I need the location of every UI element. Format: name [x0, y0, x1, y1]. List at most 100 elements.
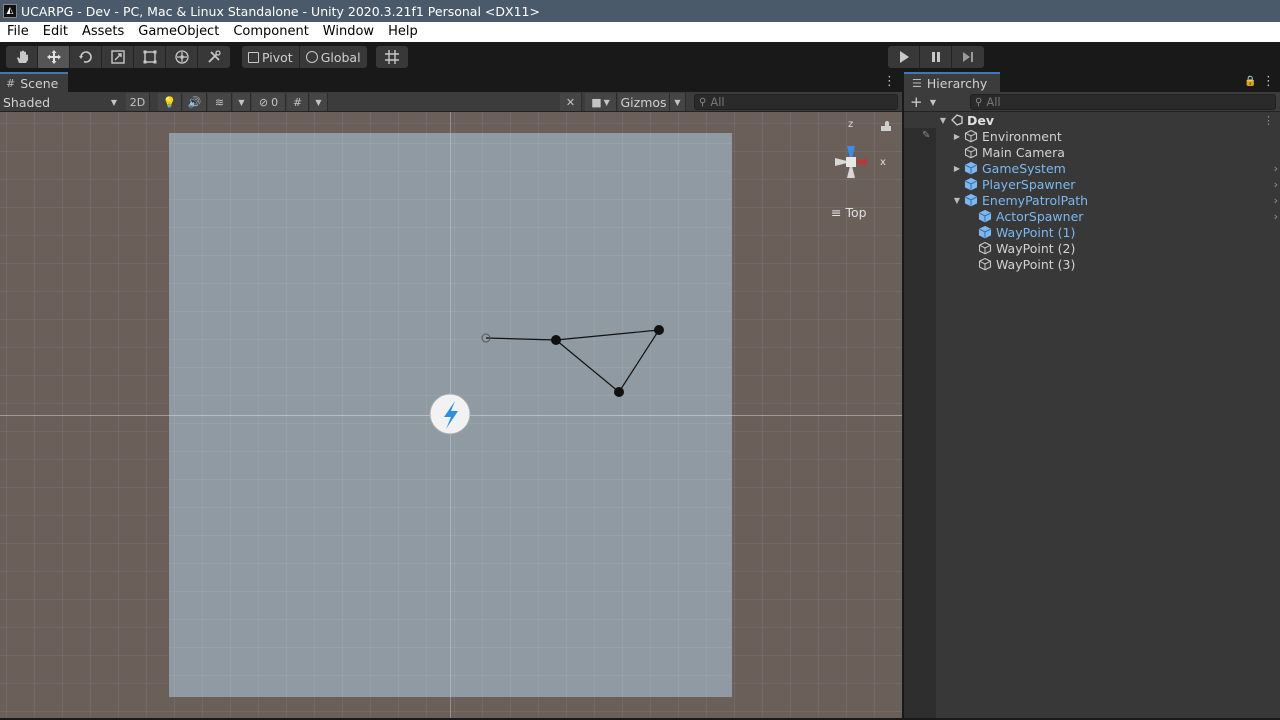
- lighting-toggle[interactable]: 💡: [158, 93, 182, 111]
- chevron-right-icon[interactable]: ›: [1274, 210, 1278, 223]
- menu-gameobject[interactable]: GameObject: [131, 22, 226, 42]
- hierarchy-menu-icon[interactable]: ⋮: [1262, 75, 1275, 89]
- move-icon: [46, 50, 61, 64]
- view-orientation-label[interactable]: ≡ Top: [831, 205, 867, 220]
- prefab-cube-icon: [964, 193, 978, 207]
- tools-icon: ✕: [565, 95, 576, 109]
- waypoint-1-gizmo[interactable]: [551, 335, 561, 345]
- menu-window[interactable]: Window: [316, 22, 381, 42]
- menu-help[interactable]: Help: [381, 22, 425, 42]
- hierarchy-tab-label: Hierarchy: [926, 75, 988, 91]
- menu-lines-icon: ≡: [831, 205, 842, 220]
- hierarchy-item[interactable]: WayPoint (1): [904, 224, 1280, 240]
- custom-tool-button[interactable]: [198, 46, 230, 68]
- lock-icon[interactable]: 🔒: [1244, 75, 1256, 89]
- hierarchy-item[interactable]: ▼ EnemyPatrolPath ›: [904, 192, 1280, 208]
- scene-tab-label: Scene: [20, 75, 59, 91]
- patrol-path: [485, 329, 660, 393]
- rotate-tool-button[interactable]: [70, 46, 102, 68]
- chevron-down-icon[interactable]: ▼: [952, 196, 962, 205]
- hidden-count: 0: [271, 95, 279, 109]
- chevron-right-icon[interactable]: ▶: [952, 164, 962, 173]
- toggle-2d-button[interactable]: 2D: [126, 93, 150, 111]
- unity-scene-icon: [950, 113, 964, 127]
- hierarchy-item[interactable]: PlayerSpawner ›: [904, 176, 1280, 192]
- lock-icon[interactable]: [881, 121, 891, 131]
- scene-menu-icon[interactable]: ⋮: [1263, 114, 1274, 127]
- scale-icon: [110, 50, 125, 64]
- lightbulb-icon: 💡: [162, 95, 177, 109]
- effects-dropdown[interactable]: ▼: [233, 93, 251, 111]
- tools-icon: [208, 50, 221, 63]
- waypoint-3-gizmo[interactable]: [614, 387, 624, 397]
- gizmos-dropdown[interactable]: ▼: [670, 93, 686, 111]
- prefab-cube-icon: [978, 225, 992, 239]
- move-tool-button[interactable]: [38, 46, 70, 68]
- hierarchy-item[interactable]: WayPoint (2): [904, 240, 1280, 256]
- transform-tool-button[interactable]: [166, 46, 198, 68]
- pivot-toggle[interactable]: Pivot: [242, 46, 300, 68]
- hierarchy-item[interactable]: ▶ GameSystem ›: [904, 160, 1280, 176]
- hidden-objects-toggle[interactable]: ⊘ 0: [252, 93, 286, 111]
- rect-tool-button[interactable]: [134, 46, 166, 68]
- hierarchy-item[interactable]: ▶ Environment: [904, 128, 1280, 144]
- step-button[interactable]: [952, 46, 984, 68]
- scale-tool-button[interactable]: [102, 46, 134, 68]
- hierarchy-item[interactable]: Main Camera: [904, 144, 1280, 160]
- hierarchy-item[interactable]: WayPoint (3): [904, 256, 1280, 272]
- gameobject-cube-icon: [964, 145, 978, 159]
- scene-search-placeholder: All: [710, 95, 725, 109]
- grid-snap-button[interactable]: [376, 46, 408, 68]
- pause-button[interactable]: [920, 46, 952, 68]
- step-icon: [963, 52, 973, 62]
- search-icon: ⚲: [975, 96, 983, 108]
- create-dropdown[interactable]: + ▼: [910, 93, 938, 111]
- chevron-right-icon[interactable]: ›: [1274, 178, 1278, 191]
- grid-toggle[interactable]: #: [287, 93, 309, 111]
- chevron-down-icon[interactable]: ▼: [938, 116, 948, 125]
- scene-viewport[interactable]: z x ≡ Top: [0, 112, 902, 718]
- z-axis-label: z: [848, 119, 853, 130]
- hierarchy-item-label: PlayerSpawner: [982, 176, 1076, 192]
- grid-dropdown[interactable]: ▼: [310, 93, 328, 111]
- gameobject-cube-icon: [978, 241, 992, 255]
- audio-toggle[interactable]: 🔊: [183, 93, 207, 111]
- hierarchy-toolbar: + ▼ ⚲ All: [904, 92, 1280, 112]
- camera-dropdown[interactable]: ■ ▼: [585, 93, 617, 111]
- hierarchy-search-input[interactable]: ⚲ All: [970, 94, 1276, 110]
- hierarchy-item-label: Main Camera: [982, 144, 1065, 160]
- scene-panel-menu-icon[interactable]: ⋮: [883, 75, 896, 89]
- tab-scene[interactable]: # Scene: [0, 72, 68, 92]
- chevron-right-icon[interactable]: ▶: [952, 132, 962, 141]
- effects-toggle[interactable]: ≋: [208, 93, 232, 111]
- scene-tools-button[interactable]: ✕: [560, 93, 582, 111]
- eye-slash-icon: ⊘: [258, 95, 269, 109]
- global-toggle[interactable]: Global: [300, 46, 367, 68]
- play-button[interactable]: [888, 46, 920, 68]
- chevron-down-icon: ▼: [238, 97, 245, 107]
- game-system-icon[interactable]: [429, 393, 471, 435]
- menu-edit[interactable]: Edit: [36, 22, 75, 42]
- path-segment: [555, 339, 620, 393]
- shading-mode-dropdown[interactable]: Shaded ▼: [3, 93, 119, 111]
- scene-search-input[interactable]: ⚲ All: [694, 94, 898, 110]
- scene-root-row[interactable]: ▼ Dev ⋮: [904, 112, 1280, 128]
- chevron-right-icon[interactable]: ›: [1274, 194, 1278, 207]
- play-icon: [899, 51, 909, 63]
- hierarchy-item[interactable]: ActorSpawner ›: [904, 208, 1280, 224]
- rect-icon: [143, 50, 156, 64]
- scene-name: Dev: [967, 112, 995, 128]
- waypoint-2-gizmo[interactable]: [654, 325, 664, 335]
- menu-assets[interactable]: Assets: [75, 22, 131, 42]
- hand-tool-button[interactable]: [6, 46, 38, 68]
- orientation-gizmo[interactable]: z x: [818, 118, 894, 202]
- main-toolbar: Pivot Global: [0, 42, 1280, 72]
- menu-component[interactable]: Component: [226, 22, 315, 42]
- menu-file[interactable]: File: [0, 22, 36, 42]
- gizmos-button[interactable]: Gizmos: [618, 93, 670, 111]
- tab-hierarchy[interactable]: ☰ Hierarchy: [904, 72, 1000, 92]
- gizmo-center-cube[interactable]: [846, 157, 856, 167]
- chevron-right-icon[interactable]: ›: [1274, 162, 1278, 175]
- chevron-down-icon: ▼: [929, 97, 936, 107]
- shading-mode-value: Shaded: [3, 94, 51, 110]
